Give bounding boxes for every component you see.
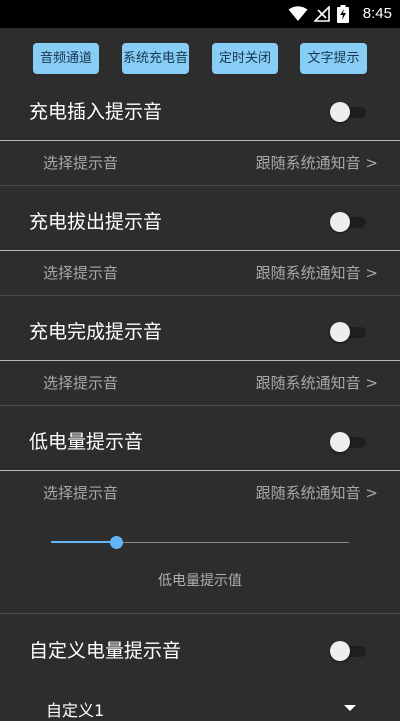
- wifi-icon: [288, 6, 308, 21]
- custom-level-row[interactable]: 自定义电量提示音: [0, 624, 400, 678]
- select-sound-value: 跟随系统通知音 >: [255, 374, 378, 392]
- divider: [0, 185, 400, 186]
- charge-complete-sound-select[interactable]: 选择提示音 跟随系统通知音 >: [0, 361, 400, 405]
- no-signal-icon: [314, 6, 330, 22]
- dropdown-arrow-icon[interactable]: [344, 705, 356, 711]
- custom-level-label: 自定义电量提示音: [29, 640, 182, 662]
- low-battery-label: 低电量提示音: [29, 431, 144, 453]
- select-sound-value: 跟随系统通知音 >: [255, 484, 378, 502]
- status-bar: 8:45: [0, 0, 400, 28]
- low-battery-row[interactable]: 低电量提示音: [0, 415, 400, 469]
- tab-audio-channel[interactable]: 音频通道: [33, 43, 99, 74]
- custom-level-toggle[interactable]: [330, 641, 366, 661]
- low-battery-toggle[interactable]: [330, 432, 366, 452]
- select-sound-value: 跟随系统通知音 >: [255, 264, 378, 282]
- select-sound-label: 选择提示音: [43, 154, 119, 172]
- divider: [0, 295, 400, 296]
- charge-unplug-toggle[interactable]: [330, 212, 366, 232]
- select-sound-value: 跟随系统通知音 >: [255, 154, 378, 172]
- tab-timed-off[interactable]: 定时关闭: [212, 43, 278, 74]
- battery-charging-icon: [337, 5, 349, 23]
- tab-text-prompt[interactable]: 文字提示: [300, 43, 367, 74]
- charge-plug-in-row[interactable]: 充电插入提示音: [0, 85, 400, 139]
- charge-plug-in-label: 充电插入提示音: [29, 101, 163, 123]
- charge-unplug-row[interactable]: 充电拔出提示音: [0, 195, 400, 249]
- low-battery-threshold-slider[interactable]: [51, 533, 349, 553]
- charge-unplug-sound-select[interactable]: 选择提示音 跟随系统通知音 >: [0, 251, 400, 295]
- charge-complete-label: 充电完成提示音: [29, 321, 163, 343]
- select-sound-label: 选择提示音: [43, 374, 119, 392]
- status-time: 8:45: [362, 5, 392, 22]
- charge-complete-row[interactable]: 充电完成提示音: [0, 305, 400, 359]
- low-battery-sound-select[interactable]: 选择提示音 跟随系统通知音 >: [0, 471, 400, 515]
- charge-plug-in-toggle[interactable]: [330, 102, 366, 122]
- slider-fill: [51, 541, 117, 543]
- slider-thumb[interactable]: [110, 536, 123, 549]
- select-sound-label: 选择提示音: [43, 484, 119, 502]
- charge-complete-toggle[interactable]: [330, 322, 366, 342]
- select-sound-label: 选择提示音: [43, 264, 119, 282]
- divider: [0, 613, 400, 614]
- charge-unplug-label: 充电拔出提示音: [29, 211, 163, 233]
- custom-preset-select[interactable]: 自定义1: [46, 697, 104, 721]
- tab-system-charge-sound[interactable]: 系统充电音: [122, 43, 189, 74]
- charge-plug-in-sound-select[interactable]: 选择提示音 跟随系统通知音 >: [0, 141, 400, 185]
- feature-tabs: 音频通道 系统充电音 定时关闭 文字提示: [0, 43, 400, 74]
- low-battery-threshold-caption: 低电量提示值: [158, 573, 242, 589]
- divider: [0, 405, 400, 406]
